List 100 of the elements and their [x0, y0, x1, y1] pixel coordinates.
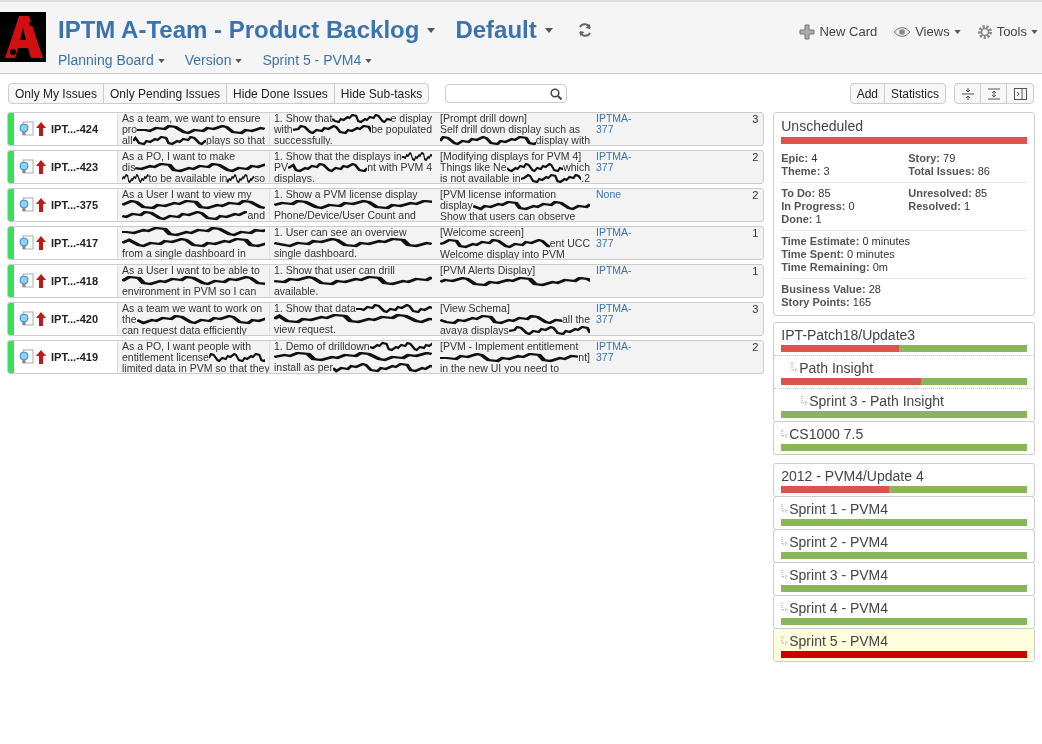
story-points: 2 — [752, 151, 760, 165]
caret-icon[interactable] — [544, 27, 553, 33]
version-name: Path Insight — [799, 358, 874, 378]
issue-link[interactable]: IPTMA- — [596, 265, 662, 276]
eye-icon — [893, 25, 912, 38]
issue-card[interactable]: IPT...-418 As a User I want to be able to environment in PVM so I can 1. Show that user can drill available. [PVM Alerts Display] IPTMA- 1 — [7, 264, 765, 298]
version-row[interactable]: Sprint 3 - Path Insight — [774, 389, 1034, 421]
card-text: all — [122, 135, 133, 145]
issue-link[interactable]: 377 — [596, 124, 662, 135]
status-stripe — [8, 113, 14, 145]
scribble-drawing — [520, 173, 582, 183]
card-text: 1. Show that — [274, 113, 333, 124]
nav-link[interactable]: Sprint 5 - PVM4 — [262, 50, 362, 71]
version-row[interactable]: CS1000 7.5 — [774, 422, 1034, 454]
priority-arrow-icon — [36, 274, 46, 288]
card-text: As a PO, I want people with — [122, 341, 251, 352]
caret-icon[interactable] — [427, 27, 436, 33]
card-text: As a PO, I want to make — [122, 151, 236, 162]
version-row[interactable]: Sprint 4 - PVM4 — [774, 596, 1034, 628]
version-row[interactable]: Sprint 3 - PVM4 — [774, 563, 1034, 595]
issue-link[interactable]: IPTMA- — [596, 227, 662, 238]
card-text: all the — [561, 314, 590, 325]
caret-icon[interactable] — [157, 58, 165, 63]
filter-button[interactable]: Hide Done Issues — [226, 84, 334, 103]
version-row[interactable]: Sprint 5 - PVM4 — [774, 629, 1034, 661]
issue-link[interactable]: 377 — [596, 162, 662, 173]
version-row[interactable]: IPT-Patch18/Update3 — [774, 323, 1034, 355]
caret-icon[interactable] — [235, 58, 243, 63]
toolbar-button[interactable]: Add — [850, 84, 884, 103]
card-text: the — [122, 314, 137, 325]
issue-link[interactable]: IPTMA- — [596, 113, 662, 124]
toolbar-button[interactable]: Tools — [996, 22, 1027, 42]
stat-text: Time Spent: 0 minutes — [781, 248, 896, 261]
priority-arrow-icon — [36, 350, 46, 364]
refresh-icon[interactable] — [576, 22, 593, 38]
issue-key[interactable]: IPT...-417 — [51, 237, 99, 249]
card-text: 1. Demo of drilldown — [274, 341, 370, 352]
board-selector[interactable]: Default — [455, 12, 537, 48]
stat-text: Resolved: 1 — [908, 200, 971, 213]
lightbulb-icon — [18, 235, 34, 251]
story-points: 3 — [752, 113, 760, 127]
toolbar-button[interactable]: Statistics — [884, 84, 945, 103]
issue-link[interactable]: IPTMA- — [596, 303, 662, 314]
scribble-drawing — [401, 151, 432, 162]
version-name: CS1000 7.5 — [789, 424, 864, 444]
issue-link[interactable]: IPTMA- — [596, 151, 662, 162]
issue-key[interactable]: IPT...-424 — [51, 123, 99, 135]
card-text: PV — [274, 162, 288, 173]
version-row[interactable]: Path Insight — [774, 356, 1034, 388]
issue-link[interactable]: IPTMA- — [596, 341, 662, 352]
issue-card[interactable] — [7, 150, 765, 184]
card-text: install as per — [274, 362, 333, 373]
caret-icon[interactable] — [365, 58, 373, 63]
story-points: 2 — [752, 189, 760, 203]
card-text: which — [563, 162, 590, 173]
version-name: Sprint 3 - PVM4 — [789, 565, 889, 585]
issue-link[interactable]: 377 — [596, 314, 662, 325]
card-text: As a team, we want to ensure — [122, 113, 261, 124]
caret-icon[interactable] — [1031, 29, 1038, 34]
version-row[interactable]: Sprint 1 - PVM4 — [774, 497, 1034, 529]
search-field[interactable] — [445, 84, 568, 103]
issue-card[interactable]: IPT...-375 As a User I want to view my and 1. Show a PVM license display Phone/Device/User Count and [PVM license information display Show that users can observe None 2 — [7, 188, 765, 222]
card-text: so — [253, 173, 265, 183]
story-points: 1 — [752, 265, 760, 279]
card-text: with — [274, 124, 293, 135]
toolbar-button[interactable]: Views — [915, 22, 950, 42]
board-title[interactable]: IPTM A-Team - Product Backlog — [58, 12, 420, 48]
card-text: Show that users can observe — [440, 211, 576, 221]
filter-button[interactable]: Hide Sub-tasks — [333, 84, 429, 103]
issue-link[interactable]: None — [596, 189, 662, 200]
issue-key[interactable]: IPT...-418 — [51, 275, 99, 287]
toolbar-button[interactable]: New Card — [819, 22, 878, 42]
stat-text: Time Estimate: 0 minutes — [781, 235, 912, 248]
caret-icon[interactable] — [953, 29, 961, 34]
card-text: single dashboard. — [274, 248, 357, 259]
issue-key[interactable]: IPT...-423 — [51, 161, 99, 173]
issue-key[interactable]: IPT...-375 — [51, 199, 99, 211]
card-text: [PVM Alerts Display] — [440, 265, 536, 276]
gear-icon — [976, 23, 993, 40]
version-row[interactable]: Sprint 2 - PVM4 — [774, 530, 1034, 562]
version-name: Sprint 2 - PVM4 — [789, 532, 889, 552]
version-row[interactable]: 2012 - PVM4/Update 4 — [774, 464, 1034, 496]
card-text: nt] — [578, 352, 590, 363]
filter-button[interactable]: Only My Issues — [9, 84, 104, 103]
issue-link[interactable]: 377 — [596, 238, 662, 249]
status-stripe — [8, 341, 14, 373]
nav-link[interactable]: Version — [184, 50, 232, 71]
card-text: entitlement license — [122, 352, 209, 363]
priority-arrow-icon — [36, 160, 46, 174]
card-text: As a User I want to be able to — [122, 265, 260, 276]
issue-key[interactable]: IPT...-419 — [51, 351, 99, 363]
stat-text: Story Points: 165 — [781, 296, 873, 309]
card-text: [PVM - Implement entitlement — [440, 341, 579, 352]
stat-text: Done: 1 — [781, 213, 823, 226]
nav-link[interactable]: Planning Board — [58, 50, 154, 71]
card-text: Things like Ne — [440, 162, 507, 173]
filter-button[interactable]: Only Pending Issues — [103, 84, 227, 103]
issue-link[interactable]: 377 — [596, 352, 662, 363]
card-text: [Modifying displays for PVM 4] — [440, 151, 582, 162]
issue-key[interactable]: IPT...-420 — [51, 313, 99, 325]
